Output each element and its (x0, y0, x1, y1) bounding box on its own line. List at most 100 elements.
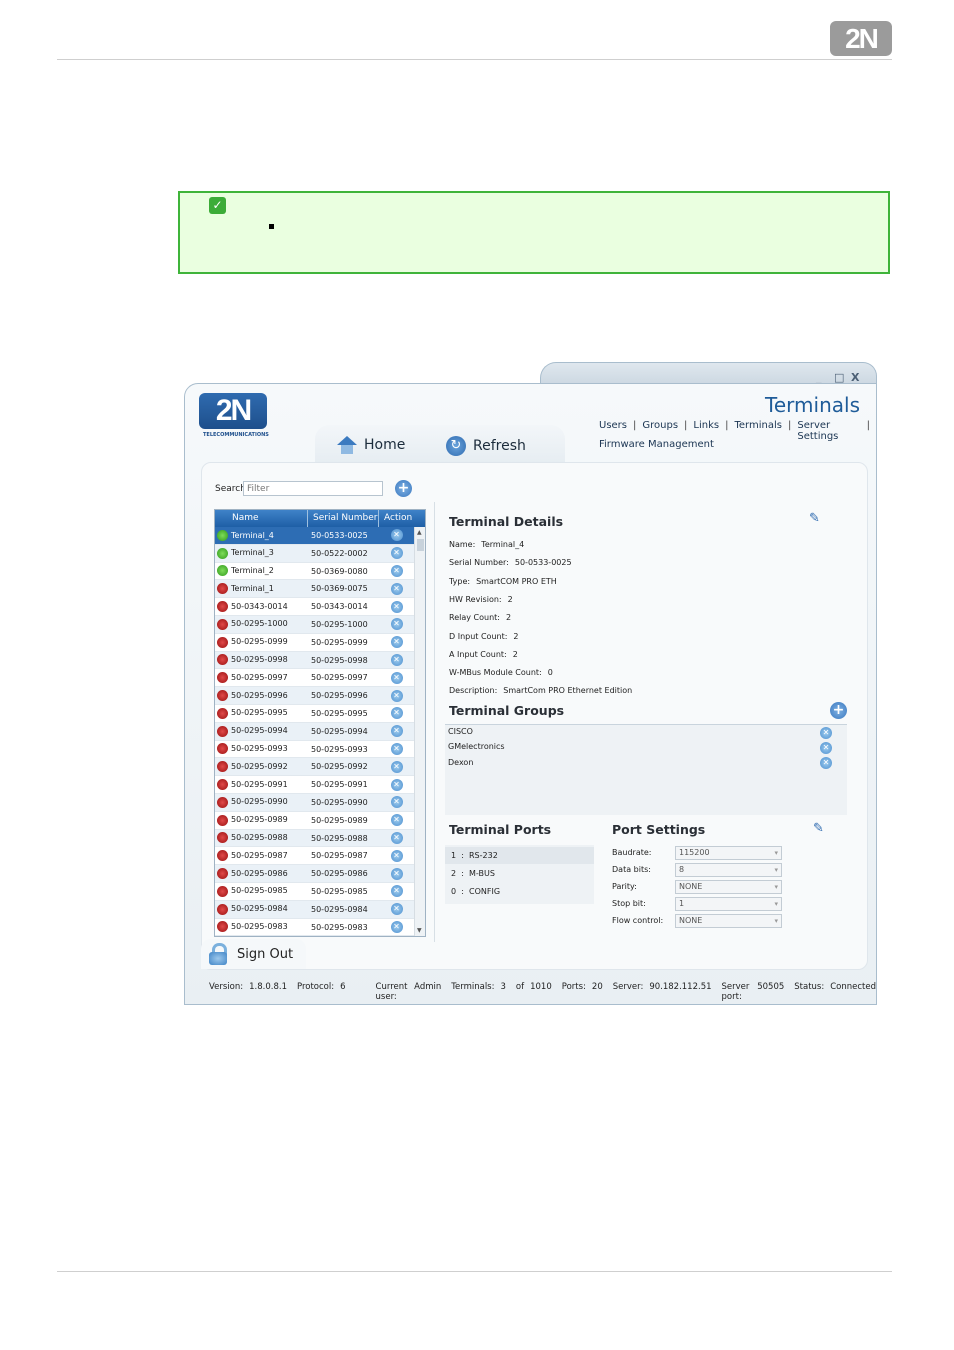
delete-icon[interactable]: ✕ (390, 849, 403, 862)
col-serial[interactable]: Serial Number (308, 510, 379, 527)
delete-icon[interactable]: ✕ (390, 814, 403, 827)
home-button[interactable]: Home (337, 436, 405, 454)
table-row[interactable]: 50-0295-0987 50-0295-0987 ✕ (215, 847, 425, 866)
delete-icon[interactable]: ✕ (390, 903, 403, 916)
port-item[interactable]: 2 : M-BUS (451, 869, 495, 878)
delete-icon[interactable]: ✕ (390, 689, 403, 702)
remove-group-icon[interactable]: ✕ (820, 742, 832, 754)
nav-terminals[interactable]: Terminals (735, 420, 782, 442)
table-row[interactable]: Terminal_3 50-0522-0002 ✕ (215, 544, 425, 563)
delete-icon[interactable]: ✕ (390, 707, 403, 720)
delete-icon[interactable]: ✕ (390, 600, 403, 613)
status-red-icon (217, 707, 228, 719)
sign-out-button[interactable]: Sign Out (201, 939, 306, 969)
table-row[interactable]: 50-0295-0989 50-0295-0989 ✕ (215, 812, 425, 830)
table-row[interactable]: 50-0295-0988 50-0295-0988 ✕ (215, 829, 425, 848)
terminal-groups-heading: Terminal Groups (449, 703, 565, 718)
nav-separator: | (787, 420, 792, 431)
table-row[interactable]: 50-0295-0997 50-0295-0997 ✕ (215, 669, 425, 688)
table-row[interactable]: 50-0295-0992 50-0295-0992 ✕ (215, 758, 425, 777)
ports-list: 1 : RS-232 2 : M-BUS 0 : CONFIG (445, 845, 594, 904)
status-red-icon (217, 672, 228, 684)
table-row[interactable]: Terminal_4 50-0533-0025 ✕ (215, 527, 425, 545)
table-row[interactable]: 50-0343-0014 50-0343-0014 ✕ (215, 598, 425, 616)
table-row[interactable]: 50-0295-0990 50-0295-0990 ✕ (215, 793, 425, 812)
scroll-up-icon[interactable]: ▲ (417, 529, 422, 536)
search-input[interactable] (243, 481, 383, 496)
table-row[interactable]: 50-0295-0996 50-0295-0996 ✕ (215, 687, 425, 705)
delete-icon[interactable]: ✕ (390, 547, 403, 560)
remove-group-icon[interactable]: ✕ (820, 727, 832, 739)
delete-icon[interactable]: ✕ (390, 831, 403, 844)
refresh-button[interactable]: ↻ Refresh (446, 436, 526, 456)
delete-icon[interactable]: ✕ (390, 920, 403, 933)
delete-icon[interactable]: ✕ (390, 725, 403, 738)
action-cell: ✕ (379, 580, 414, 597)
detail-label: W-MBus Module Count: (449, 668, 542, 678)
terminal-name: 50-0295-0987 (231, 850, 288, 860)
terminal-name: 50-0295-0998 (231, 655, 288, 665)
table-row[interactable]: 50-0295-0984 50-0295-0984 ✕ (215, 900, 425, 919)
port-setting-select[interactable]: 1 (675, 897, 782, 911)
delete-icon[interactable]: ✕ (390, 742, 403, 755)
scroll-down-icon[interactable]: ▼ (417, 927, 422, 934)
table-row[interactable]: 50-0295-0999 50-0295-0999 ✕ (215, 634, 425, 652)
action-cell: ✕ (379, 616, 414, 633)
add-terminal-button[interactable]: + (395, 480, 412, 497)
delete-icon[interactable]: ✕ (390, 778, 403, 791)
action-cell: ✕ (379, 919, 414, 936)
add-group-button[interactable]: + (830, 702, 847, 719)
delete-icon[interactable]: ✕ (390, 653, 403, 666)
app-logo: 2N (199, 393, 267, 429)
status-red-icon (217, 725, 228, 737)
delete-icon[interactable]: ✕ (390, 618, 403, 631)
detail-row: Type: SmartCOM PRO ETH (449, 577, 557, 586)
name-cell: 50-0295-0998 (215, 652, 308, 669)
delete-icon[interactable]: ✕ (390, 582, 403, 595)
delete-icon[interactable]: ✕ (390, 885, 403, 898)
port-setting-select[interactable]: NONE (675, 880, 782, 894)
detail-row: D Input Count: 2 (449, 632, 519, 641)
table-row[interactable]: 50-0295-0995 50-0295-0995 ✕ (215, 705, 425, 723)
col-name[interactable]: Name (215, 510, 308, 527)
detail-value: 2 (505, 613, 512, 623)
table-row[interactable]: 50-0295-0983 50-0295-0983 ✕ (215, 919, 425, 936)
port-setting-select[interactable]: 115200 (675, 846, 782, 860)
table-row[interactable]: 50-0295-0986 50-0295-0986 ✕ (215, 865, 425, 883)
port-item[interactable]: 0 : CONFIG (451, 887, 500, 896)
port-setting-select[interactable]: NONE (675, 914, 782, 928)
scroll-thumb[interactable] (417, 539, 424, 551)
edit-details-icon[interactable]: ✎ (809, 511, 820, 526)
delete-icon[interactable]: ✕ (390, 564, 403, 577)
table-row[interactable]: Terminal_1 50-0369-0075 ✕ (215, 580, 425, 599)
nav-server-settings[interactable]: Server Settings (797, 420, 860, 442)
table-row[interactable]: 50-0295-0998 50-0295-0998 ✕ (215, 651, 425, 670)
table-row[interactable]: Terminal_2 50-0369-0080 ✕ (215, 563, 425, 581)
group-item[interactable]: Dexon (448, 758, 473, 767)
port-setting-select[interactable]: 8 (675, 863, 782, 877)
delete-icon[interactable]: ✕ (390, 796, 403, 809)
table-row[interactable]: 50-0295-1000 50-0295-1000 ✕ (215, 615, 425, 634)
remove-group-icon[interactable]: ✕ (820, 757, 832, 769)
table-scrollbar[interactable]: ▲ ▼ (414, 527, 425, 936)
delete-icon[interactable]: ✕ (390, 867, 403, 880)
serial-cell: 50-0295-0995 (311, 708, 368, 718)
action-cell: ✕ (379, 865, 414, 882)
group-item[interactable]: GMelectronics (448, 742, 505, 751)
table-row[interactable]: 50-0295-0985 50-0295-0985 ✕ (215, 883, 425, 901)
table-row[interactable]: 50-0295-0993 50-0295-0993 ✕ (215, 741, 425, 759)
protocol-label: Protocol: (296, 982, 335, 992)
port-item[interactable]: 1 : RS-232 (445, 847, 594, 864)
nav-firmware-management[interactable]: Firmware Management (599, 439, 714, 450)
table-row[interactable]: 50-0295-0991 50-0295-0991 ✕ (215, 776, 425, 794)
edit-port-settings-icon[interactable]: ✎ (813, 821, 824, 836)
action-cell: ✕ (379, 545, 414, 562)
delete-icon[interactable]: ✕ (390, 671, 403, 684)
delete-icon[interactable]: ✕ (390, 760, 403, 773)
action-cell: ✕ (379, 687, 414, 704)
ports-value: 20 (591, 982, 603, 992)
group-item[interactable]: CISCO (448, 727, 473, 736)
delete-icon[interactable]: ✕ (390, 636, 403, 649)
delete-icon[interactable]: ✕ (390, 529, 403, 542)
table-row[interactable]: 50-0295-0994 50-0295-0994 ✕ (215, 722, 425, 741)
